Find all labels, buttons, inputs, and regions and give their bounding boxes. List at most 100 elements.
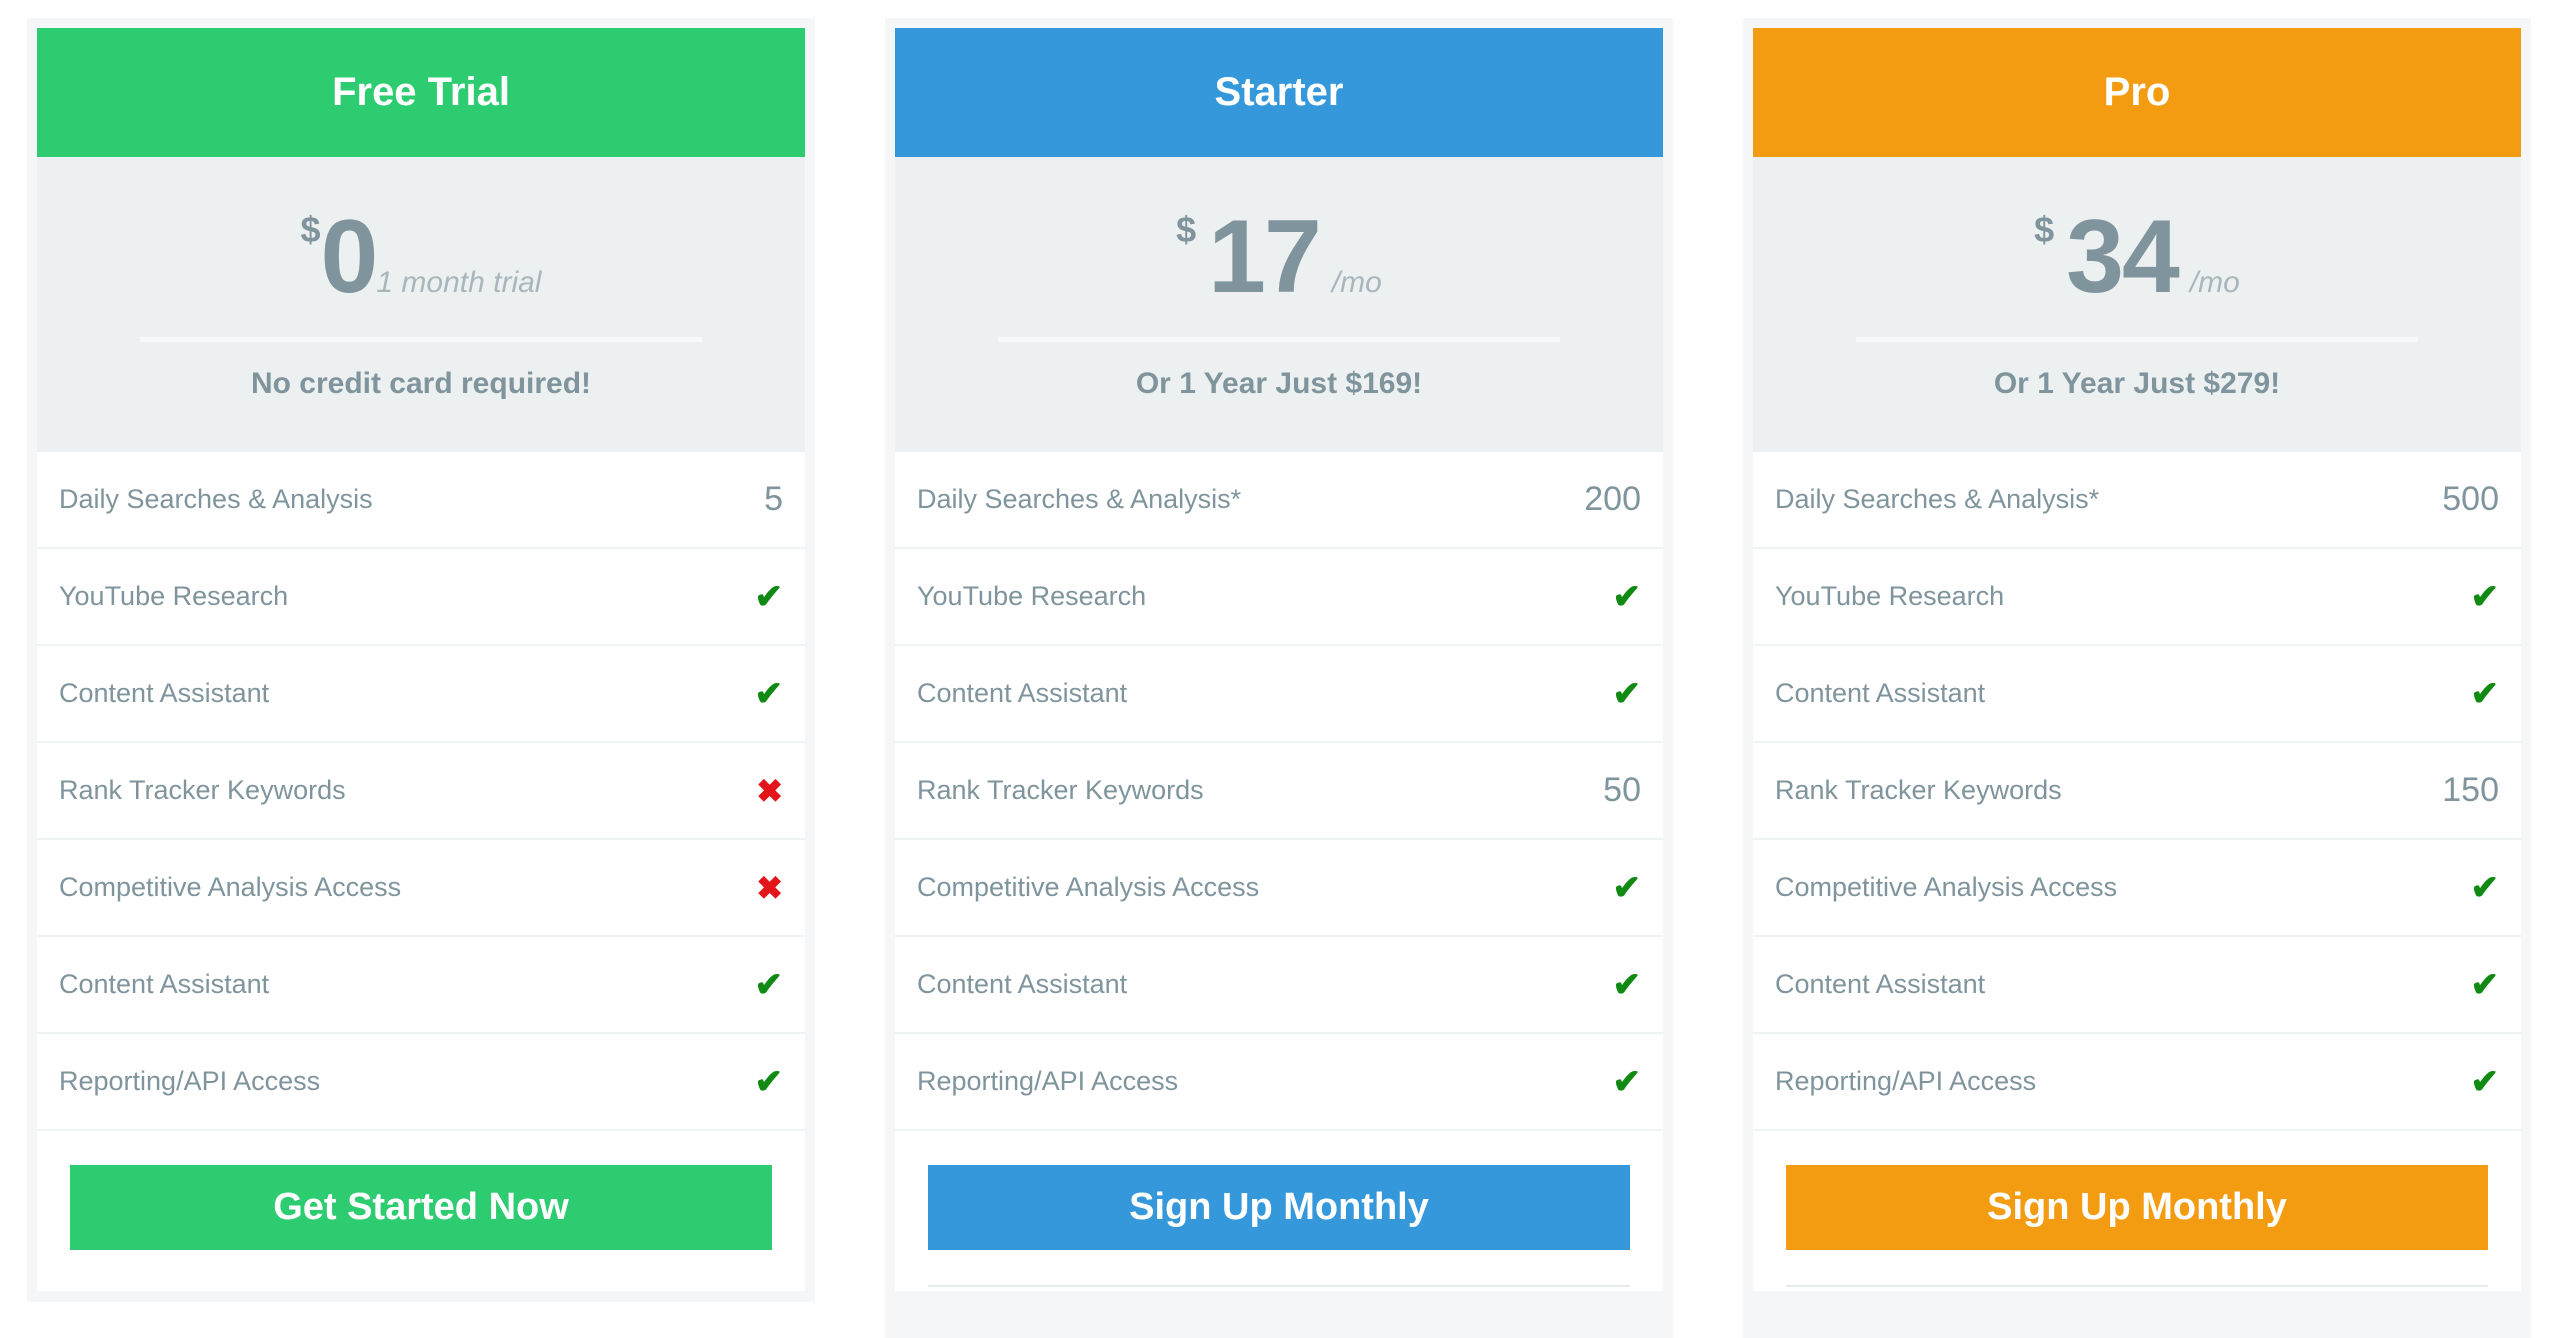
feature-label: Competitive Analysis Access xyxy=(917,872,1260,902)
price-period: /mo xyxy=(1331,266,1382,299)
feature-row: Content Assistant ✔ xyxy=(895,646,1663,743)
feature-row: Reporting/API Access ✔ xyxy=(37,1034,805,1131)
card-body: Starter $17/mo Or 1 Year Just $169! Dail… xyxy=(895,28,1663,1291)
feature-label: Content Assistant xyxy=(59,969,270,999)
feature-label: Content Assistant xyxy=(917,969,1128,999)
cross-icon: ✖ xyxy=(756,772,783,809)
currency-symbol: $ xyxy=(2034,209,2055,250)
feature-label: Rank Tracker Keywords xyxy=(917,775,1204,805)
feature-row: Content Assistant ✔ xyxy=(1753,937,2521,1034)
check-icon: ✔ xyxy=(2470,674,2500,713)
feature-row: Content Assistant ✔ xyxy=(37,646,805,743)
feature-label: Competitive Analysis Access xyxy=(1775,872,2118,902)
price-note: Or 1 Year Just $279! xyxy=(1993,367,2281,400)
price-box: $34/mo Or 1 Year Just $279! xyxy=(1753,157,2521,452)
feature-row: Competitive Analysis Access ✖ xyxy=(37,840,805,937)
check-icon: ✔ xyxy=(2470,965,2500,1004)
divider xyxy=(928,1285,1630,1287)
feature-list: Daily Searches & Analysis* 200 YouTube Re… xyxy=(895,452,1663,1131)
pricing-card-free-trial: Free Trial $01 month trial No credit car… xyxy=(27,18,815,1302)
feature-label: Content Assistant xyxy=(917,678,1128,708)
feature-row: Reporting/API Access ✔ xyxy=(895,1034,1663,1131)
button-area: Sign Up Monthly xyxy=(1753,1131,2521,1291)
price-box: $01 month trial No credit card required! xyxy=(37,157,805,452)
price: $34/mo xyxy=(1753,197,2521,317)
check-icon: ✔ xyxy=(1612,965,1642,1004)
feature-row: Content Assistant ✔ xyxy=(37,937,805,1034)
feature-value: 150 xyxy=(2442,771,2499,809)
feature-list: Daily Searches & Analysis 5 YouTube Resea… xyxy=(37,452,805,1131)
feature-row: Content Assistant ✔ xyxy=(895,937,1663,1034)
feature-value: 200 xyxy=(1584,480,1641,518)
plan-name: Pro xyxy=(2103,70,2171,114)
check-icon: ✔ xyxy=(754,577,784,616)
feature-label: YouTube Research xyxy=(59,581,289,611)
feature-row: YouTube Research ✔ xyxy=(37,549,805,646)
check-icon: ✔ xyxy=(754,1062,784,1101)
cross-icon: ✖ xyxy=(756,869,783,906)
pricing-card-pro: Pro $34/mo Or 1 Year Just $279! Daily Se… xyxy=(1743,18,2531,1338)
feature-list: Daily Searches & Analysis* 500 YouTube Re… xyxy=(1753,452,2521,1131)
card-body: Pro $34/mo Or 1 Year Just $279! Daily Se… xyxy=(1753,28,2521,1291)
feature-label: Daily Searches & Analysis* xyxy=(917,484,1242,514)
feature-label: Reporting/API Access xyxy=(1775,1066,2037,1096)
feature-label: YouTube Research xyxy=(1775,581,2005,611)
sign-up-monthly-button[interactable]: Sign Up Monthly xyxy=(928,1165,1630,1250)
feature-row: Rank Tracker Keywords 150 xyxy=(1753,743,2521,840)
check-icon: ✔ xyxy=(754,674,784,713)
price-box: $17/mo Or 1 Year Just $169! xyxy=(895,157,1663,452)
feature-row: Competitive Analysis Access ✔ xyxy=(895,840,1663,937)
feature-row: YouTube Research ✔ xyxy=(895,549,1663,646)
plan-name: Starter xyxy=(1214,70,1344,114)
button-area: Get Started Now xyxy=(37,1131,805,1291)
price: $01 month trial xyxy=(37,197,805,317)
pricing-card-starter: Starter $17/mo Or 1 Year Just $169! Dail… xyxy=(885,18,1673,1338)
check-icon: ✔ xyxy=(2470,868,2500,907)
feature-row: Competitive Analysis Access ✔ xyxy=(1753,840,2521,937)
price-period: 1 month trial xyxy=(376,266,542,299)
feature-row: YouTube Research ✔ xyxy=(1753,549,2521,646)
feature-label: Content Assistant xyxy=(1775,969,1986,999)
feature-label: YouTube Research xyxy=(917,581,1147,611)
button-area: Sign Up Monthly xyxy=(895,1131,1663,1291)
feature-value: 50 xyxy=(1603,771,1641,809)
price: $17/mo xyxy=(895,197,1663,317)
plan-header: Starter xyxy=(895,28,1663,157)
feature-row: Content Assistant ✔ xyxy=(1753,646,2521,743)
feature-row: Rank Tracker Keywords 50 xyxy=(895,743,1663,840)
check-icon: ✔ xyxy=(754,965,784,1004)
check-icon: ✔ xyxy=(1612,1062,1642,1101)
price-amount: 34 xyxy=(2066,199,2180,315)
check-icon: ✔ xyxy=(2470,577,2500,616)
feature-row: Rank Tracker Keywords ✖ xyxy=(37,743,805,840)
check-icon: ✔ xyxy=(1612,868,1642,907)
check-icon: ✔ xyxy=(2470,1062,2500,1101)
get-started-button[interactable]: Get Started Now xyxy=(70,1165,772,1250)
feature-row: Daily Searches & Analysis 5 xyxy=(37,452,805,549)
plan-header: Free Trial xyxy=(37,28,805,157)
feature-label: Rank Tracker Keywords xyxy=(1775,775,2062,805)
price-divider xyxy=(140,337,702,342)
sign-up-monthly-button[interactable]: Sign Up Monthly xyxy=(1786,1165,2488,1250)
feature-label: Reporting/API Access xyxy=(917,1066,1179,1096)
price-amount: 0 xyxy=(320,199,379,315)
feature-row: Daily Searches & Analysis* 200 xyxy=(895,452,1663,549)
price-divider xyxy=(1856,337,2418,342)
price-note: No credit card required! xyxy=(250,367,592,400)
price-note: Or 1 Year Just $169! xyxy=(1135,367,1423,400)
feature-value: 500 xyxy=(2442,480,2499,518)
feature-label: Content Assistant xyxy=(59,678,270,708)
check-icon: ✔ xyxy=(1612,674,1642,713)
feature-label: Competitive Analysis Access xyxy=(59,872,402,902)
price-period: /mo xyxy=(2189,266,2240,299)
feature-label: Daily Searches & Analysis* xyxy=(1775,484,2100,514)
currency-symbol: $ xyxy=(300,209,321,250)
check-icon: ✔ xyxy=(1612,577,1642,616)
price-amount: 17 xyxy=(1208,199,1322,315)
feature-label: Reporting/API Access xyxy=(59,1066,321,1096)
plan-header: Pro xyxy=(1753,28,2521,157)
card-body: Free Trial $01 month trial No credit car… xyxy=(37,28,805,1291)
price-divider xyxy=(998,337,1560,342)
feature-label: Daily Searches & Analysis xyxy=(59,484,373,514)
feature-row: Daily Searches & Analysis* 500 xyxy=(1753,452,2521,549)
